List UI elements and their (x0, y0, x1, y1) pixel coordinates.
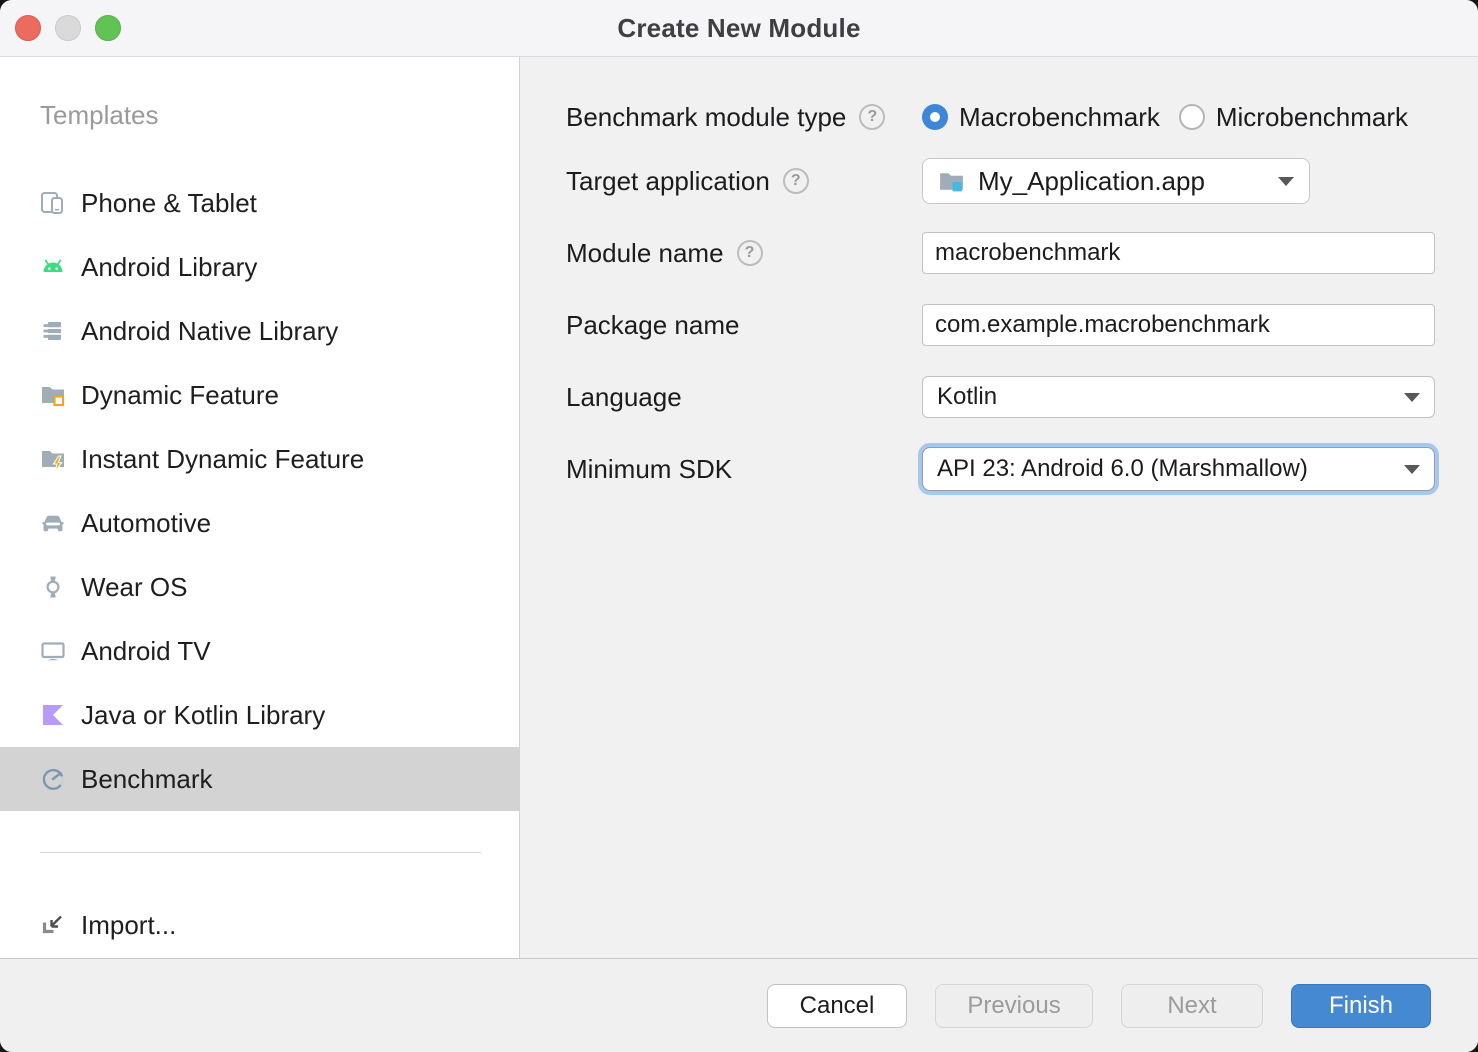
titlebar: Create New Module (0, 0, 1478, 57)
package-name-input[interactable] (922, 304, 1435, 346)
sidebar-item-android-library[interactable]: Android Library (0, 235, 519, 299)
sidebar-item-java-kotlin-library[interactable]: Java or Kotlin Library (0, 683, 519, 747)
minimum-sdk-dropdown[interactable]: API 23: Android 6.0 (Marshmallow) (922, 447, 1435, 491)
microbenchmark-radio[interactable] (1179, 104, 1205, 130)
language-value: Kotlin (937, 383, 997, 411)
chevron-down-icon (1404, 393, 1420, 402)
sidebar-item-label: Instant Dynamic Feature (81, 444, 364, 475)
sidebar-item-label: Android Library (81, 252, 257, 283)
zoom-window-button[interactable] (95, 15, 121, 41)
help-icon[interactable]: ? (859, 104, 885, 130)
sidebar-item-benchmark[interactable]: Benchmark (0, 747, 519, 811)
create-new-module-dialog: Create New Module Templates Phone & Tabl… (0, 0, 1478, 1052)
dialog-title: Create New Module (617, 13, 860, 44)
macrobenchmark-radio-label[interactable]: Macrobenchmark (959, 102, 1160, 133)
minimum-sdk-value: API 23: Android 6.0 (Marshmallow) (937, 455, 1308, 483)
language-label: Language (566, 382, 682, 413)
target-application-dropdown[interactable]: My_Application.app (922, 158, 1310, 204)
package-name-label: Package name (566, 310, 739, 341)
finish-button[interactable]: Finish (1291, 984, 1431, 1028)
kotlin-icon (40, 702, 66, 728)
previous-button: Previous (935, 984, 1093, 1028)
sidebar-item-wear-os[interactable]: Wear OS (0, 555, 519, 619)
close-window-button[interactable] (15, 15, 41, 41)
module-name-row: Module name ? (566, 230, 1458, 276)
macrobenchmark-radio[interactable] (922, 104, 948, 130)
language-dropdown[interactable]: Kotlin (922, 376, 1435, 418)
help-icon[interactable]: ? (737, 240, 763, 266)
minimize-window-button[interactable] (55, 15, 81, 41)
sidebar-item-instant-dynamic-feature[interactable]: Instant Dynamic Feature (0, 427, 519, 491)
android-icon (40, 254, 66, 280)
folder-square-icon (40, 382, 66, 408)
sidebar-divider (40, 852, 481, 853)
minimum-sdk-row: Minimum SDK API 23: Android 6.0 (Marshma… (566, 446, 1458, 492)
sidebar-item-import[interactable]: Import... (0, 893, 519, 957)
help-icon[interactable]: ? (783, 168, 809, 194)
sidebar-item-label: Phone & Tablet (81, 188, 257, 219)
target-application-row: Target application ? My_Application.app (566, 158, 1458, 204)
watch-icon (40, 574, 66, 600)
module-config-panel: Benchmark module type ? Macrobenchmark M… (521, 57, 1478, 958)
target-application-value: My_Application.app (978, 166, 1205, 197)
sidebar-item-label: Dynamic Feature (81, 380, 279, 411)
tv-icon (40, 638, 66, 664)
template-list: Phone & Tablet Android Library Android N… (0, 171, 519, 811)
benchmark-module-type-row: Benchmark module type ? Macrobenchmark M… (566, 94, 1458, 140)
sidebar-item-automotive[interactable]: Automotive (0, 491, 519, 555)
cancel-button[interactable]: Cancel (767, 984, 907, 1028)
module-name-label: Module name (566, 238, 724, 269)
speedometer-icon (40, 766, 66, 792)
minimum-sdk-label: Minimum SDK (566, 454, 732, 485)
templates-sidebar: Templates Phone & Tablet Android Library… (0, 57, 520, 958)
benchmark-module-type-label: Benchmark module type (566, 102, 846, 133)
templates-header: Templates (40, 100, 519, 131)
sidebar-item-label: Android Native Library (81, 316, 338, 347)
sidebar-item-android-native-library[interactable]: Android Native Library (0, 299, 519, 363)
chevron-down-icon (1278, 177, 1294, 186)
import-icon (40, 912, 66, 938)
sidebar-item-label: Benchmark (81, 764, 213, 795)
chip-icon (40, 318, 66, 344)
folder-bolt-icon (40, 446, 66, 472)
sidebar-item-label: Android TV (81, 636, 211, 667)
phone-tablet-icon (40, 190, 66, 216)
sidebar-item-label: Wear OS (81, 572, 187, 603)
sidebar-item-label: Import... (81, 910, 176, 941)
language-row: Language Kotlin (566, 374, 1458, 420)
sidebar-item-phone-tablet[interactable]: Phone & Tablet (0, 171, 519, 235)
microbenchmark-radio-label[interactable]: Microbenchmark (1216, 102, 1408, 133)
next-button: Next (1121, 984, 1263, 1028)
package-name-row: Package name (566, 302, 1458, 348)
chevron-down-icon (1404, 465, 1420, 474)
sidebar-item-label: Java or Kotlin Library (81, 700, 325, 731)
dialog-footer: Cancel Previous Next Finish (0, 958, 1478, 1052)
app-module-icon (938, 168, 965, 195)
sidebar-item-label: Automotive (81, 508, 211, 539)
sidebar-item-android-tv[interactable]: Android TV (0, 619, 519, 683)
car-icon (40, 510, 66, 536)
target-application-label: Target application (566, 166, 770, 197)
sidebar-item-dynamic-feature[interactable]: Dynamic Feature (0, 363, 519, 427)
module-name-input[interactable] (922, 232, 1435, 274)
